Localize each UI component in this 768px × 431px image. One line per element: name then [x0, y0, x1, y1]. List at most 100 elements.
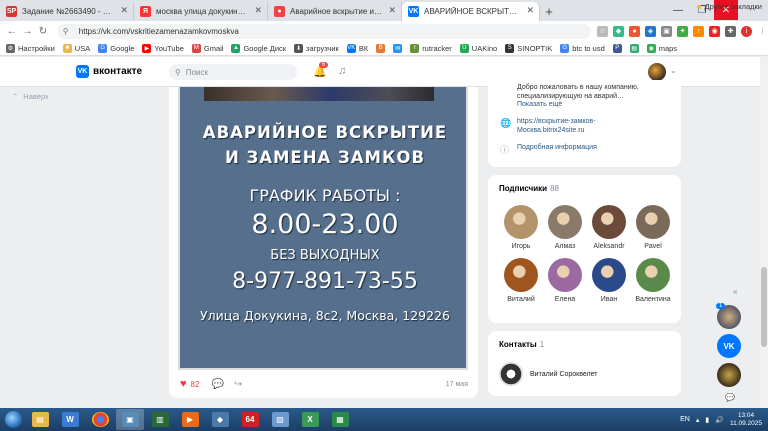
- scrollbar[interactable]: [760, 57, 768, 408]
- url-field[interactable]: ⚲ https://vk.com/vskritiezamenazamkovmos…: [56, 23, 591, 39]
- bookmark-0[interactable]: ⚙ Настройки: [6, 43, 55, 53]
- subscriber-item[interactable]: Елена: [543, 258, 587, 303]
- new-tab-button[interactable]: +: [540, 2, 558, 21]
- bookmark-8[interactable]: B: [376, 43, 386, 53]
- bookmark-7[interactable]: VK ВК: [346, 43, 368, 53]
- subscriber-item[interactable]: Алмаз: [543, 205, 587, 250]
- taskbar-app[interactable]: [86, 409, 114, 430]
- subscriber-item[interactable]: Aleksandr: [587, 205, 631, 250]
- like-button[interactable]: ♥ 82: [180, 378, 199, 390]
- subscriber-item[interactable]: Валентина: [631, 258, 675, 303]
- poster-line-3: ГРАФИК РАБОТЫ :: [249, 186, 401, 205]
- subscribers-title[interactable]: Подписчики 88: [499, 184, 559, 193]
- contacts-count: 1: [539, 340, 545, 349]
- language-indicator[interactable]: EN: [680, 416, 690, 423]
- extension-icon[interactable]: ▣: [661, 25, 672, 37]
- details-link[interactable]: Подробная информация: [517, 144, 597, 151]
- bookmark-star-icon[interactable]: ☆: [597, 25, 608, 37]
- contact-item[interactable]: Виталий Сороквелет: [499, 362, 598, 386]
- extension-icon[interactable]: ●: [629, 25, 640, 37]
- tab-2[interactable]: ● Аварийное вскрытие и замена за ✕: [268, 2, 402, 21]
- extension-icon[interactable]: ✦: [677, 25, 688, 37]
- puzzle-icon[interactable]: ✚: [725, 25, 736, 37]
- scrollbar-thumb[interactable]: [761, 267, 767, 347]
- taskbar-app[interactable]: ▦: [326, 409, 354, 430]
- bookmark-6[interactable]: ⬇ загрузчик: [294, 43, 339, 53]
- taskbar-app[interactable]: ▣: [116, 409, 144, 430]
- tab-strip: SP Задание №2663490 - просмотр з ✕ Я мос…: [0, 0, 768, 21]
- bookmark-12[interactable]: S SINOPTIK: [505, 43, 552, 53]
- close-icon[interactable]: ✕: [120, 5, 128, 16]
- taskbar-app[interactable]: W: [56, 409, 84, 430]
- bookmark-4[interactable]: M Gmail: [191, 43, 223, 53]
- bookmark-1[interactable]: ■ USA: [62, 43, 90, 53]
- other-bookmarks[interactable]: ■ Другие закладки: [697, 2, 762, 11]
- vk-logo[interactable]: VK вконтакте: [76, 65, 142, 78]
- bookmark-label: maps: [658, 43, 678, 53]
- bookmark-11[interactable]: U UAKino: [459, 43, 497, 53]
- taskbar-app[interactable]: ◆: [206, 409, 234, 430]
- taskbar-app[interactable]: X: [296, 409, 324, 430]
- website-link[interactable]: https://вскрытие-замков-Москва.bitrix24s…: [517, 117, 637, 135]
- site-info-icon[interactable]: ⚲: [63, 27, 73, 36]
- contacts-title[interactable]: Контакты 1: [499, 340, 544, 349]
- back-arrow-icon[interactable]: ←: [4, 26, 20, 37]
- bookmark-3[interactable]: ▶ YouTube: [142, 43, 184, 53]
- taskbar-app[interactable]: ▤: [26, 409, 54, 430]
- tab-0[interactable]: SP Задание №2663490 - просмотр з ✕: [0, 2, 134, 21]
- bookmark-2[interactable]: G Google: [98, 43, 134, 53]
- bookmark-10[interactable]: r rutracker: [410, 43, 452, 53]
- post-date[interactable]: 17 мая: [446, 381, 468, 388]
- show-more-link[interactable]: Показать ещё: [517, 101, 562, 108]
- close-icon[interactable]: ✕: [254, 5, 262, 16]
- subscriber-item[interactable]: Pavel: [631, 205, 675, 250]
- start-button[interactable]: [0, 408, 26, 431]
- extension-icon[interactable]: ◉: [709, 25, 720, 37]
- subscriber-item[interactable]: Игорь: [499, 205, 543, 250]
- subscriber-item[interactable]: Виталий: [499, 258, 543, 303]
- bookmark-icon: ■: [62, 43, 72, 53]
- profile-icon[interactable]: i: [741, 25, 752, 37]
- extension-icon[interactable]: ◈: [645, 25, 656, 37]
- subscriber-item[interactable]: Иван: [587, 258, 631, 303]
- reload-icon[interactable]: ↻: [35, 26, 51, 37]
- music-icon[interactable]: ♫: [338, 65, 346, 77]
- volume-icon[interactable]: 🔊: [715, 416, 724, 424]
- menu-icon[interactable]: ⋮: [757, 26, 768, 37]
- subscribers-count: 88: [550, 184, 559, 193]
- network-icon[interactable]: ▮: [705, 416, 709, 424]
- tab-3[interactable]: VK АВАРИЙНОЕ ВСКРЫТИЕ И ЗАМЕ ✕: [402, 2, 540, 21]
- collapse-icon[interactable]: «: [733, 287, 737, 296]
- comment-icon[interactable]: 💬: [211, 379, 223, 390]
- clock[interactable]: 13:04 11.09.2025: [730, 412, 762, 428]
- avatar: [504, 258, 538, 292]
- post-image[interactable]: АВАРИЙНОЕ ВСКРЫТИЕ И ЗАМЕНА ЗАМКОВ ГРАФИ…: [178, 87, 468, 370]
- notifications-bell-icon[interactable]: 🔔 6: [313, 62, 329, 78]
- close-icon[interactable]: ✕: [388, 5, 396, 16]
- close-icon[interactable]: ✕: [526, 5, 534, 16]
- extension-icon[interactable]: ◆: [613, 25, 624, 37]
- bookmark-5[interactable]: ▲ Google Диск: [231, 43, 286, 53]
- forward-arrow-icon[interactable]: →: [20, 26, 36, 37]
- avatar[interactable]: [717, 363, 741, 387]
- bookmark-9[interactable]: ✉: [393, 43, 403, 53]
- bookmark-16[interactable]: ◉ maps: [646, 43, 678, 53]
- extension-icon[interactable]: ↑: [693, 25, 704, 37]
- taskbar-app[interactable]: ▨: [266, 409, 294, 430]
- avatar[interactable]: [648, 63, 666, 81]
- taskbar-app[interactable]: ▥: [146, 409, 174, 430]
- bookmark-13[interactable]: Gbtc to usd: [560, 43, 605, 53]
- search-input[interactable]: ⚲ Поиск: [169, 64, 297, 80]
- back-to-top[interactable]: ⌃ Наверх: [12, 92, 49, 101]
- vk-app-icon[interactable]: VK: [717, 334, 741, 358]
- bookmark-14[interactable]: P: [612, 43, 622, 53]
- bookmark-15[interactable]: ▤: [629, 43, 639, 53]
- taskbar-app[interactable]: ▶: [176, 409, 204, 430]
- tab-1[interactable]: Я москва улица докукина 8 стр 2 и ✕: [134, 2, 268, 21]
- chat-icon[interactable]: 💬: [725, 393, 735, 402]
- minimize-icon[interactable]: —: [666, 0, 690, 20]
- chevron-down-icon[interactable]: ⌄: [670, 66, 677, 75]
- taskbar-app[interactable]: 64: [236, 409, 264, 430]
- tray-arrow-icon[interactable]: ▴: [696, 416, 700, 424]
- share-icon[interactable]: ↪: [234, 379, 242, 390]
